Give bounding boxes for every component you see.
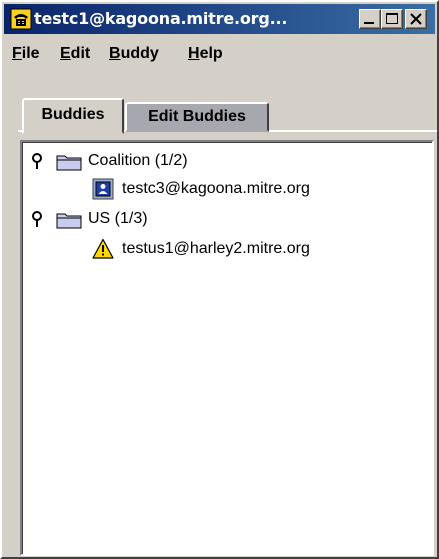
app-window: testc1@kagoona.mitre.org... File Edit Bu… (0, 0, 439, 559)
tab-edit-buddies[interactable]: Edit Buddies (125, 102, 269, 132)
menu-edit[interactable]: Edit (60, 45, 90, 63)
buddy-label: testc3@kagoona.mitre.org (122, 180, 310, 197)
menu-buddy-label: uddy (120, 45, 159, 62)
menu-file-mnemonic: F (12, 45, 22, 62)
menu-edit-mnemonic: E (60, 45, 71, 62)
folder-icon (56, 155, 82, 171)
menu-help-label: elp (199, 45, 223, 62)
user-online-icon (92, 178, 114, 200)
maximize-icon (386, 13, 398, 24)
tree-group-us[interactable]: US (1/3) (26, 208, 426, 232)
buddy-label: testus1@harley2.mitre.org (122, 240, 310, 257)
menu-bar: File Edit Buddy Help (4, 36, 435, 72)
buddy-tree[interactable]: Coalition (1/2) testc3@kagoona.mitre.org… (20, 140, 434, 556)
tree-buddy-testc3[interactable]: testc3@kagoona.mitre.org (92, 178, 422, 202)
phone-icon[interactable] (10, 8, 32, 30)
menu-file[interactable]: File (12, 45, 40, 63)
tab-buddies[interactable]: Buddies (22, 98, 124, 134)
menu-buddy-mnemonic: B (109, 45, 121, 62)
close-button[interactable] (405, 9, 427, 29)
group-label: US (1/3) (88, 210, 148, 227)
menu-help-mnemonic: H (188, 45, 200, 62)
menu-edit-label: dit (70, 45, 91, 62)
close-icon (410, 13, 422, 25)
warning-icon (92, 238, 114, 259)
minimize-button[interactable] (359, 9, 381, 29)
minimize-icon (364, 22, 374, 24)
group-label: Coalition (1/2) (88, 152, 188, 169)
menu-file-label: ile (21, 45, 40, 62)
window-title: testc1@kagoona.mitre.org... (34, 9, 288, 28)
tree-buddy-testus1[interactable]: testus1@harley2.mitre.org (92, 238, 422, 262)
expand-handle-icon[interactable] (30, 152, 44, 170)
title-bar[interactable]: testc1@kagoona.mitre.org... (4, 4, 435, 34)
expand-handle-icon[interactable] (30, 210, 44, 228)
menu-buddy[interactable]: Buddy (109, 45, 159, 63)
tree-group-coalition[interactable]: Coalition (1/2) (26, 150, 426, 174)
maximize-button[interactable] (381, 9, 403, 29)
menu-help[interactable]: Help (188, 45, 223, 63)
folder-icon (56, 213, 82, 229)
